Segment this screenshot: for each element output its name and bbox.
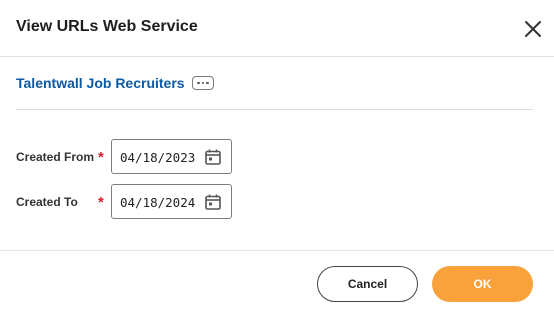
ok-button[interactable]: OK — [432, 266, 533, 302]
talentwall-link[interactable]: Talentwall Job Recruiters — [16, 75, 185, 91]
close-icon — [525, 21, 541, 37]
section-divider — [16, 109, 533, 110]
created-from-date-field[interactable]: 04/18/2023 — [111, 139, 232, 174]
more-horizontal-icon — [197, 81, 200, 85]
calendar-icon — [205, 149, 221, 165]
calendar-icon — [205, 194, 221, 210]
created-to-value[interactable]: 04/18/2024 — [120, 195, 195, 210]
required-indicator: * — [98, 149, 104, 166]
dialog-title: View URLs Web Service — [16, 18, 198, 35]
required-indicator: * — [98, 194, 104, 211]
created-to-calendar-button[interactable] — [204, 193, 222, 211]
created-from-label: Created From — [16, 150, 95, 164]
dialog-header: View URLs Web Service — [0, 0, 554, 57]
created-to-date-field[interactable]: 04/18/2024 — [111, 184, 232, 219]
related-link-row: Talentwall Job Recruiters — [16, 73, 185, 93]
close-button[interactable] — [519, 15, 547, 43]
related-actions-button[interactable] — [192, 76, 214, 90]
cancel-button[interactable]: Cancel — [317, 266, 418, 302]
footer-divider — [0, 250, 554, 251]
created-from-calendar-button[interactable] — [204, 148, 222, 166]
created-from-value[interactable]: 04/18/2023 — [120, 150, 195, 165]
created-to-label: Created To — [16, 195, 78, 209]
